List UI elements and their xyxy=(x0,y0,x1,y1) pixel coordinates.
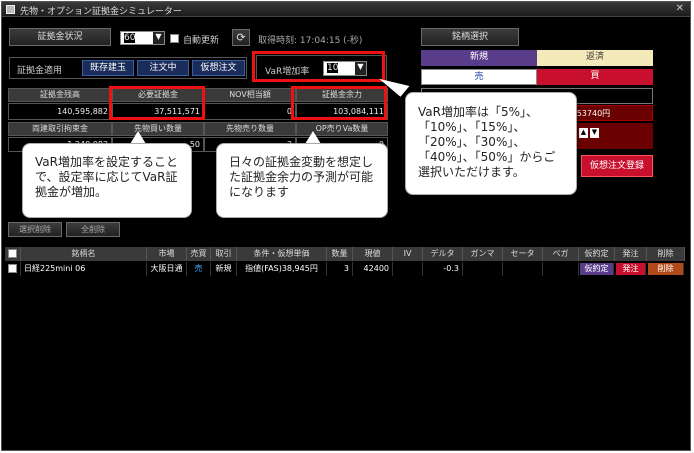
select-delete-button[interactable]: 選択削除 xyxy=(8,222,62,237)
margin-status-button[interactable]: 証拠金状況 xyxy=(9,28,111,46)
fetch-time: 取得時刻: 17:04:15 (-秒) xyxy=(258,36,363,46)
new-order-tab[interactable]: 新規 xyxy=(421,50,537,66)
sell-button[interactable]: 売 xyxy=(421,69,537,85)
col-delta: デルタ xyxy=(423,247,463,261)
col-side: 売買 xyxy=(187,247,211,261)
row-market: 大阪日通 xyxy=(147,262,187,276)
refresh-icon[interactable]: ⟳ xyxy=(232,29,250,46)
auto-update-label: 自動更新 xyxy=(183,36,220,46)
up-arrow-icon[interactable]: ▲ xyxy=(579,128,588,138)
window-title: 先物・オプション証拠金シミュレーター xyxy=(20,7,182,17)
futures-buy-qty-header: 先物買い数量 xyxy=(112,122,204,136)
pending-order-button[interactable]: 注文中 xyxy=(137,60,189,76)
col-order: 発注 xyxy=(615,247,647,261)
margin-apply-label: 証拠金適用 xyxy=(17,66,63,76)
down-arrow-icon[interactable]: ▼ xyxy=(590,128,599,138)
existing-position-button[interactable]: 既存建玉 xyxy=(82,60,134,76)
balance-value: 140,595,882 xyxy=(8,103,112,120)
select-all-checkbox[interactable] xyxy=(8,249,17,258)
virtual-order-button[interactable]: 仮想注文 xyxy=(192,60,245,76)
hedge-bind-header: 両建取引拘束金 xyxy=(8,122,112,136)
col-market: 市場 xyxy=(147,247,187,261)
col-gamma: ガンマ xyxy=(463,247,503,261)
refresh-interval-value: 60 xyxy=(124,33,136,43)
right-callout: VaR増加率は「5%」、「10%」、「15%」、「20%」、「30%」、「40%… xyxy=(405,92,577,195)
row-iv xyxy=(393,262,423,276)
row-gamma xyxy=(463,262,503,276)
col-trade: 取引 xyxy=(211,247,237,261)
auto-update-checkbox[interactable] xyxy=(170,34,179,43)
row-price: 42400 xyxy=(353,262,393,276)
surplus-highlight xyxy=(291,86,387,120)
row-checkbox[interactable] xyxy=(8,264,17,273)
col-name: 銘柄名 xyxy=(21,247,147,261)
col-qty: 数量 xyxy=(327,247,353,261)
col-price: 現値 xyxy=(353,247,393,261)
row-name: 日経225mini 06 xyxy=(21,262,147,276)
close-order-tab[interactable]: 返済 xyxy=(537,50,653,66)
row-select-cell xyxy=(5,262,21,276)
col-vega: ベガ xyxy=(543,247,579,261)
col-provisional: 仮約定 xyxy=(579,247,615,261)
provisional-fill-button[interactable]: 仮約定 xyxy=(580,263,614,275)
virtual-order-register-button[interactable]: 仮想注文登録 xyxy=(581,155,653,177)
select-all-header xyxy=(5,247,21,261)
buy-button[interactable]: 買 xyxy=(537,69,653,85)
row-vega xyxy=(543,262,579,276)
place-order-button[interactable]: 発注 xyxy=(616,263,646,275)
futures-sell-qty-header: 先物売り数量 xyxy=(204,122,296,136)
middle-callout: 日々の証拠金変動を想定した証拠金余力の予測が可能になります xyxy=(216,143,388,218)
balance-header: 証拠金残高 xyxy=(8,88,112,102)
col-delete: 削除 xyxy=(647,247,685,261)
row-trade: 新規 xyxy=(211,262,237,276)
row-theta xyxy=(503,262,543,276)
delete-row-button[interactable]: 削除 xyxy=(648,263,684,275)
chevron-down-icon: ▼ xyxy=(153,32,164,44)
delete-all-button[interactable]: 全削除 xyxy=(66,222,120,237)
col-theta: セータ xyxy=(503,247,543,261)
app-icon xyxy=(6,5,15,14)
brand-select-button[interactable]: 銘柄選択 xyxy=(421,28,519,46)
col-iv: IV xyxy=(393,247,423,261)
refresh-interval-select[interactable]: 60 ▼ xyxy=(120,31,165,45)
title-bar: 先物・オプション証拠金シミュレーター ✕ xyxy=(2,2,690,17)
row-condition: 指値(FAS)38,945円 xyxy=(237,262,327,276)
left-callout: VaR増加率を設定することで、設定率に応じてVaR証拠金が増加。 xyxy=(22,143,192,218)
row-qty: 3 xyxy=(327,262,353,276)
col-condition: 条件・仮想単価 xyxy=(237,247,327,261)
close-icon[interactable]: ✕ xyxy=(676,3,684,14)
nov-value: 0 xyxy=(204,103,296,120)
var-highlight xyxy=(252,51,385,82)
row-side: 売 xyxy=(187,262,211,276)
nov-header: NOV相当額 xyxy=(204,88,296,102)
required-margin-highlight xyxy=(109,86,205,120)
row-delta: -0.3 xyxy=(423,262,463,276)
